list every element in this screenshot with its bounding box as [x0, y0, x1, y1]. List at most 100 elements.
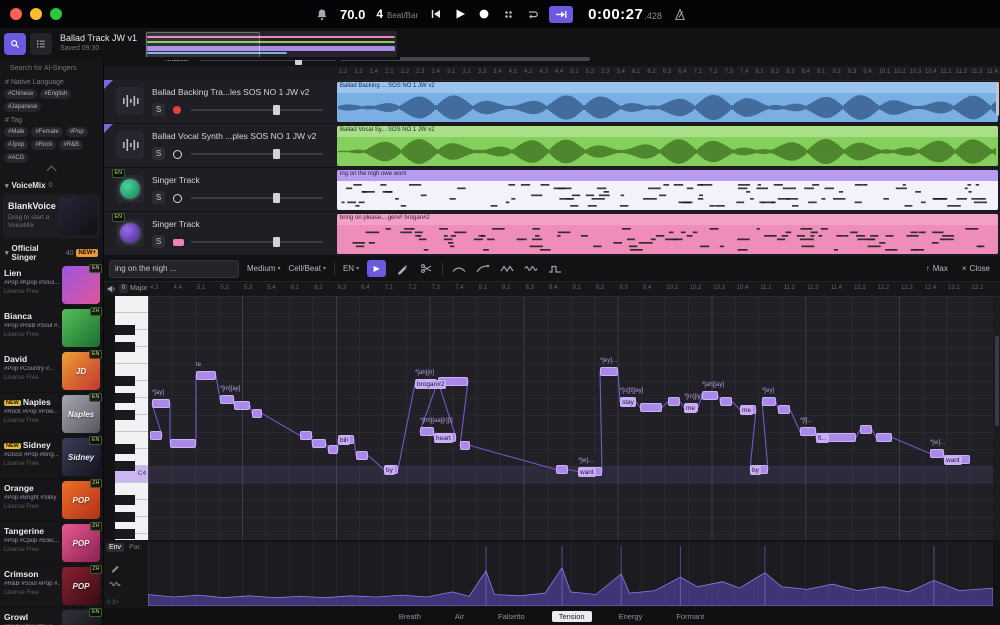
search-input[interactable] [8, 64, 98, 73]
lyric-label[interactable]: bill [338, 436, 350, 445]
parameter-curve-canvas[interactable] [148, 542, 993, 606]
piano-key-black[interactable] [115, 461, 135, 471]
piano-key-black[interactable] [115, 376, 135, 386]
envelope-tab[interactable]: Env [106, 543, 124, 552]
solo-button[interactable]: S [152, 191, 165, 204]
piano-key-black[interactable] [115, 410, 135, 420]
notification-bell-icon[interactable] [315, 7, 329, 21]
track-list-button[interactable] [30, 33, 52, 55]
volume-slider[interactable] [191, 109, 323, 111]
vibrato-tool-icon[interactable] [523, 261, 539, 277]
monitor-indicator[interactable] [173, 150, 182, 159]
metronome-grid-icon[interactable] [501, 7, 515, 21]
singer-list-item[interactable]: Orange#Pop #Bright #SilkyLicense FreePOP… [0, 479, 103, 522]
lyric-label[interactable]: want [578, 468, 596, 477]
midi-note[interactable] [640, 403, 662, 412]
lyric-label[interactable]: me [684, 404, 697, 413]
piano-key-black[interactable] [115, 495, 135, 505]
project-title[interactable]: Ballad Track JW v1 [60, 33, 137, 43]
solo-button[interactable]: S [152, 147, 165, 160]
piano-roll-grid[interactable]: *[ay]te*[m][ay]billby*[ah][n]brogan#2*[h… [148, 296, 993, 540]
maximize-editor-button[interactable]: ↑Max [926, 264, 948, 273]
minimize-window-button[interactable] [30, 8, 42, 20]
tempo-display[interactable]: 70.0 [340, 7, 365, 22]
solo-button[interactable]: S [152, 235, 165, 248]
clip-region[interactable]: ing on the nigh owe wont [337, 170, 998, 210]
param-tab-falsetto[interactable]: Falsetto [491, 611, 532, 622]
time-display[interactable]: 0:00:27 .428 [588, 6, 662, 23]
lyric-input[interactable]: ing on the nigh ... [109, 260, 239, 278]
lyric-label[interactable]: stay [620, 398, 636, 407]
parameters-tab[interactable]: Par. [126, 543, 144, 552]
minimap-viewport[interactable] [146, 32, 260, 57]
midi-note[interactable] [860, 425, 872, 434]
voicemix-section-header[interactable]: ▾ VoiceMix 0 [0, 177, 103, 192]
time-signature-display[interactable]: 4 Beat/Bar [376, 7, 418, 21]
param-tab-energy[interactable]: Energy [612, 611, 650, 622]
volume-slider[interactable] [191, 197, 323, 199]
close-window-button[interactable] [10, 8, 22, 20]
speaker-icon[interactable] [106, 284, 116, 294]
metronome-icon[interactable] [673, 7, 687, 21]
track-header[interactable]: ENSinger TrackS [103, 168, 337, 212]
tag-chip[interactable]: #Jpop [4, 140, 28, 150]
volume-slider[interactable] [191, 241, 323, 243]
volume-slider[interactable] [191, 153, 323, 155]
midi-note[interactable] [668, 397, 680, 406]
singer-list-item[interactable]: NEWNaples#Rock #Pop #Pow...License FreeN… [0, 393, 103, 436]
piano-key-black[interactable] [115, 444, 135, 454]
timeline-ruler[interactable]: 1.21.31.42.12.22.32.43.13.23.33.44.14.24… [337, 66, 1000, 81]
track-color-chip[interactable] [173, 239, 184, 246]
collapse-filters-button[interactable] [0, 164, 103, 177]
midi-note[interactable] [762, 397, 776, 406]
midi-note[interactable] [420, 427, 434, 436]
track-header[interactable]: ENSinger TrackS [103, 212, 337, 256]
clip-region[interactable]: Ballad Backing ... SOS NO 1 JW v2 [337, 82, 998, 122]
tag-chip[interactable]: #Rock [31, 140, 56, 150]
midi-note[interactable] [150, 431, 162, 440]
piano-key-f5[interactable] [115, 296, 148, 313]
singer-list-item[interactable]: David#Pop #Country #...License FreeJDEN [0, 350, 103, 393]
tag-chip[interactable]: #R&B [59, 140, 83, 150]
play-button[interactable] [453, 7, 467, 21]
line-curve-tool-icon[interactable] [108, 577, 122, 591]
piano-key-black[interactable] [115, 529, 135, 539]
language-dropdown[interactable]: EN▾ [343, 264, 359, 273]
lyric-label[interactable]: by [750, 466, 761, 475]
loop-button[interactable] [525, 7, 539, 21]
tag-chip[interactable]: #Female [31, 127, 62, 137]
track-header[interactable]: Ballad Backing Tra...les SOS NO 1 JW v2S [103, 80, 337, 124]
record-button[interactable] [477, 7, 491, 21]
lyric-label[interactable]: heart [434, 434, 453, 443]
arrangement-minimap[interactable] [145, 31, 397, 57]
draw-curve-tool-icon[interactable] [108, 560, 122, 574]
lyric-label[interactable]: fi... [816, 434, 829, 443]
grid-mode-dropdown[interactable]: Cell/Beat▾ [288, 264, 325, 273]
midi-note[interactable] [300, 431, 312, 440]
scissors-tool-icon[interactable] [418, 261, 434, 277]
param-tab-air[interactable]: Air [448, 611, 471, 622]
singer-list-item[interactable]: Growl#Rock #Country #...License FreeROCK… [0, 608, 103, 625]
midi-note[interactable] [460, 441, 470, 450]
zigzag-tool-icon[interactable] [499, 261, 515, 277]
editor-ruler[interactable]: 0 Major 4.34.45.15.25.35.46.16.26.36.47.… [103, 282, 1000, 297]
lyric-label[interactable]: by [384, 466, 395, 475]
language-chip[interactable]: #Chinese [4, 89, 37, 99]
quantize-dropdown[interactable]: Medium▾ [247, 264, 280, 273]
tracks-vertical-scrollbar[interactable] [996, 82, 999, 116]
zoom-window-button[interactable] [50, 8, 62, 20]
midi-note[interactable] [930, 449, 944, 458]
midi-note[interactable] [702, 391, 718, 400]
tag-chip[interactable]: #ACG [4, 153, 28, 163]
midi-note[interactable] [152, 399, 170, 408]
lyric-label[interactable]: me [740, 406, 753, 415]
lyric-label[interactable]: brogan#2 [415, 380, 446, 389]
piano-key-black[interactable] [115, 342, 135, 352]
record-indicator[interactable] [173, 106, 181, 114]
midi-note[interactable] [252, 409, 262, 418]
clip-region[interactable]: bring on please....gen#! brogan#2 [337, 214, 998, 254]
singer-list-item[interactable]: Bianca#Pop #R&B #Soul #...License FreeZH [0, 307, 103, 350]
piano-key-black[interactable] [115, 325, 135, 335]
singer-search-field[interactable] [0, 60, 103, 75]
singer-list-item[interactable]: Tangerine#Pop #Cpop #Elec...License Free… [0, 522, 103, 565]
